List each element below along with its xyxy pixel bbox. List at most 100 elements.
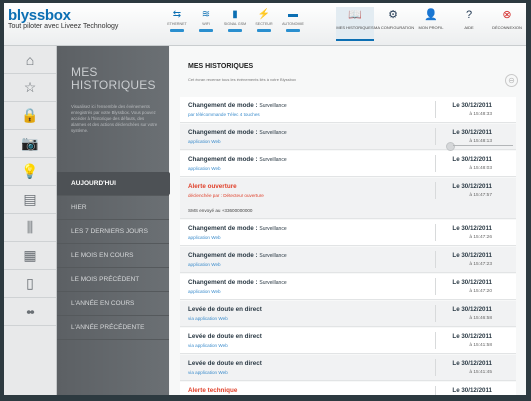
period-menu-item[interactable]: LES 7 DERNIERS JOURS xyxy=(57,220,169,244)
power-icon: ⚡ xyxy=(257,9,271,20)
event-time: à 15:41:45 xyxy=(469,370,492,375)
status-bar xyxy=(286,29,300,32)
event-row[interactable]: Changement de mode : Surveillance par tél… xyxy=(180,97,516,123)
star-icon: ☆ xyxy=(23,79,37,95)
event-separator xyxy=(435,332,436,349)
status-label: SECTEUR xyxy=(255,22,273,26)
event-row[interactable]: Levée de doute en direct via application … xyxy=(180,328,516,354)
event-separator xyxy=(435,224,436,241)
event-time: à 15:47:20 xyxy=(469,289,492,294)
status-label: ETHERNET xyxy=(167,22,187,26)
event-title-detail: Surveillance xyxy=(259,157,287,163)
clear-history-button[interactable]: ⊖ xyxy=(505,74,518,87)
event-separator xyxy=(435,359,436,376)
home-icon: ⌂ xyxy=(25,51,35,68)
event-date: Le 30/12/2011 xyxy=(452,183,492,190)
event-date: Le 30/12/2011 xyxy=(452,279,492,286)
period-menu-item[interactable]: L'ANNÉE PRÉCÉDENTE xyxy=(57,316,169,340)
top-header: blyssbox Tout piloter avec Liveez Techno… xyxy=(4,3,526,46)
signal-icon: ▮ xyxy=(232,9,238,20)
event-time: à 15:46:58 xyxy=(469,316,492,321)
status-label: WIFI xyxy=(202,22,210,26)
period-menu-item[interactable]: AUJOURD'HUI xyxy=(57,172,177,196)
event-title: Changement de mode : Surveillance xyxy=(188,225,287,232)
event-title-detail: Surveillance xyxy=(259,253,287,259)
panel-title-line2: HISTORIQUES xyxy=(71,78,156,92)
nav-label: AIDE xyxy=(464,25,474,30)
event-time: à 15:48:13 xyxy=(469,139,492,144)
event-row[interactable]: Changement de mode : Surveillance applica… xyxy=(180,220,516,246)
period-menu-item[interactable]: LE MOIS PRÉCÉDENT xyxy=(57,268,169,292)
gear-icon: ⚙ xyxy=(388,9,398,21)
main-content: MES HISTORIQUES Cet écran recense tous l… xyxy=(170,46,526,395)
sidebar-item-sensor[interactable]: ⦁⦁ xyxy=(4,298,56,326)
event-row[interactable]: Alerte techniquesur Arrachement : Détect… xyxy=(180,382,516,395)
status-network: ⇆ ETHERNET xyxy=(164,9,190,32)
shutter-icon: ▤ xyxy=(23,191,37,207)
status-label: SIGNAL GSM xyxy=(223,22,247,26)
sidebar-item-home[interactable]: ⌂ xyxy=(4,46,56,74)
event-title: Levée de doute en direct xyxy=(188,333,262,340)
event-row[interactable]: Alerte ouverture déclenchée par : Détecte… xyxy=(180,178,516,219)
nav-configuration-button[interactable]: ⚙ MA CONFIGURATION xyxy=(374,7,414,41)
event-title-detail: Surveillance xyxy=(259,280,287,286)
sidebar-item-camera[interactable]: 📷 xyxy=(4,130,56,158)
event-date: Le 30/12/2011 xyxy=(452,156,492,163)
event-title: Changement de mode : Surveillance xyxy=(188,129,287,136)
app-screen: blyssbox Tout piloter avec Liveez Techno… xyxy=(4,3,526,395)
sidebar-item-lock[interactable]: 🔒 xyxy=(4,102,56,130)
event-title: Changement de mode : Surveillance xyxy=(188,252,287,259)
sidebar-item-radiator[interactable]: ▦ xyxy=(4,242,56,270)
event-separator xyxy=(435,128,436,145)
period-menu-item[interactable]: LE MOIS EN COURS xyxy=(57,244,169,268)
event-row[interactable]: Changement de mode : Surveillance applica… xyxy=(180,247,516,273)
nav-history-button[interactable]: 📖 MES HISTORIQUES xyxy=(336,7,374,41)
sidebar-item-lightbulb[interactable]: 💡 xyxy=(4,158,56,186)
event-separator xyxy=(435,155,436,172)
event-title: Changement de mode : Surveillance xyxy=(188,279,287,286)
event-row[interactable]: Levée de doute en direct via application … xyxy=(180,355,516,381)
event-title-main: Changement de mode : xyxy=(188,156,260,163)
event-date: Le 30/12/2011 xyxy=(452,129,492,136)
lightbulb-icon: 💡 xyxy=(21,163,39,179)
event-source: via application Web xyxy=(188,343,228,348)
period-menu: AUJOURD'HUI HIER LES 7 DERNIERS JOURS LE MO… xyxy=(57,172,177,340)
camera-icon: 📷 xyxy=(21,135,39,151)
brand-name: blyssbox xyxy=(8,7,71,24)
sidebar-item-shutter[interactable]: ▤ xyxy=(4,186,56,214)
event-title-main: Changement de mode : xyxy=(188,279,260,286)
event-date: Le 30/12/2011 xyxy=(452,387,492,394)
panel-title: MES HISTORIQUES xyxy=(71,66,156,92)
brand-logo[interactable]: blyssbox Tout piloter avec Liveez Techno… xyxy=(8,7,118,30)
nav-profile-button[interactable]: 👤 MON PROFIL xyxy=(412,7,450,41)
event-title: Levée de doute en direct xyxy=(188,306,262,313)
nav-logout-button[interactable]: ⊗ DÉCONNEXION xyxy=(488,7,526,41)
event-row[interactable]: Changement de mode : Surveillance applica… xyxy=(180,151,516,177)
page-subtitle: Cet écran recense tous les évènements li… xyxy=(188,77,297,82)
page-title: MES HISTORIQUES xyxy=(188,63,254,70)
plug-icon: ▯ xyxy=(26,275,34,291)
event-row[interactable]: Changement de mode : Surveillance applica… xyxy=(180,274,516,300)
sidebar-item-gate[interactable]: ⫼ xyxy=(4,214,56,242)
event-separator xyxy=(435,386,436,395)
sidebar-item-star[interactable]: ☆ xyxy=(4,74,56,102)
status-power: ⚡ SECTEUR xyxy=(251,9,277,32)
sidebar-item-plug[interactable]: ▯ xyxy=(4,270,56,298)
event-row[interactable]: Levée de doute en direct via application … xyxy=(180,301,516,327)
event-separator xyxy=(435,278,436,295)
event-date: Le 30/12/2011 xyxy=(452,360,492,367)
event-row[interactable]: Changement de mode : Surveillance applica… xyxy=(180,124,516,150)
period-menu-item[interactable]: HIER xyxy=(57,196,169,220)
period-menu-item[interactable]: L'ANNÉE EN COURS xyxy=(57,292,169,316)
panel-description: Visualisez ici l'ensemble des évènements… xyxy=(71,104,158,133)
scroll-handle[interactable] xyxy=(446,142,455,151)
gate-icon: ⫼ xyxy=(26,219,34,235)
event-title-detail: Surveillance xyxy=(259,103,287,109)
device-frame: blyssbox Tout piloter avec Liveez Techno… xyxy=(0,0,531,401)
event-title: Alerte ouverture xyxy=(188,183,237,190)
event-date: Le 30/12/2011 xyxy=(452,225,492,232)
network-icon: ⇆ xyxy=(172,9,182,20)
status-bar xyxy=(199,29,213,32)
nav-help-button[interactable]: ? AIDE xyxy=(450,7,488,41)
event-title-main: Levée de doute en direct xyxy=(188,360,262,367)
